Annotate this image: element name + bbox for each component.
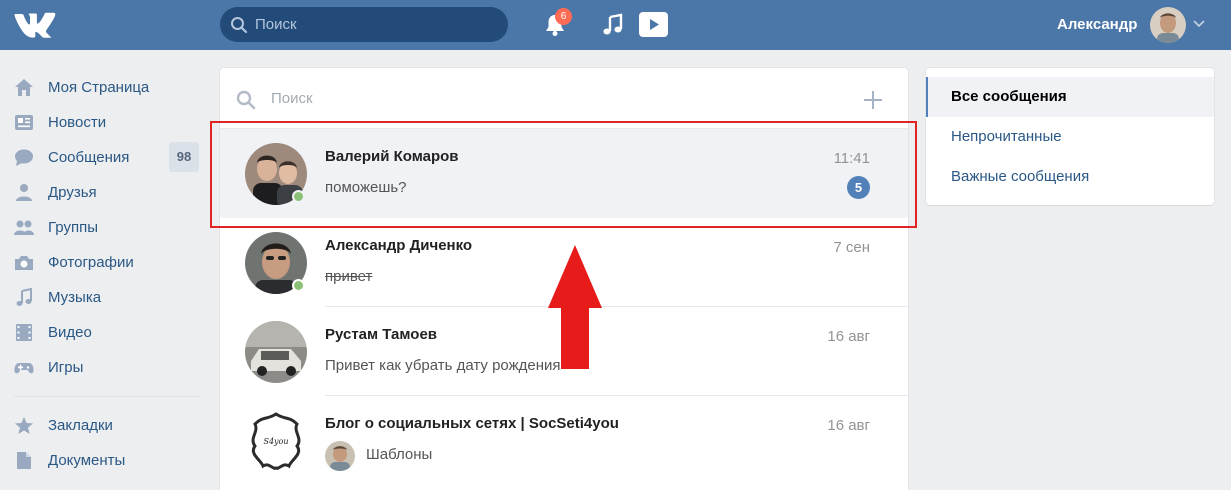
friends-icon — [16, 184, 32, 201]
header-user-name[interactable]: Александр — [1057, 16, 1137, 33]
dialog-last-message: Привет как убрать дату рождения — [325, 357, 561, 374]
nav-item-label: Друзья — [48, 184, 97, 201]
groups-icon — [14, 220, 34, 235]
vk-logo-icon[interactable] — [14, 10, 58, 38]
star-icon — [15, 417, 33, 434]
online-indicator — [292, 279, 305, 292]
camera-icon — [15, 256, 33, 270]
header-avatar[interactable] — [1150, 7, 1186, 43]
filter-label: Непрочитанные — [951, 128, 1062, 145]
nav-item-my-page[interactable]: Моя Страница — [0, 70, 205, 105]
search-icon — [231, 17, 248, 34]
dialog-time: 7 сен — [833, 239, 870, 256]
dialog-time: 16 авг — [827, 328, 870, 345]
search-icon — [236, 90, 256, 110]
header-search-placeholder: Поиск — [255, 16, 297, 33]
nav-item-photos[interactable]: Фотографии — [0, 245, 205, 280]
nav-item-label: Музыка — [48, 289, 102, 306]
nav-item-label: Документы — [48, 452, 126, 469]
dialog-name: Блог о социальных сетях | SocSeti4you — [325, 415, 619, 432]
nav-item-label: Закладки — [48, 417, 113, 434]
new-message-plus-icon[interactable] — [863, 90, 883, 110]
dialog-name: Александр Диченко — [325, 237, 473, 254]
nav-item-video[interactable]: Видео — [0, 315, 205, 350]
sender-mini-avatar — [325, 441, 355, 471]
nav-item-friends[interactable]: Друзья — [0, 175, 205, 210]
dialog-name: Рустам Тамоев — [325, 326, 438, 343]
video-icon — [16, 324, 32, 341]
filter-label: Все сообщения — [951, 88, 1067, 105]
left-navigation: Моя Страница Новости Сообщения 98 Друзья… — [0, 70, 205, 478]
music-icon — [16, 288, 32, 306]
music-note-icon[interactable] — [601, 13, 625, 37]
nav-item-label: Фотографии — [48, 254, 134, 271]
nav-item-bookmarks[interactable]: Закладки — [0, 408, 205, 443]
avatar — [245, 321, 307, 383]
messages-filter-panel: Все сообщения Непрочитанные Важные сообщ… — [926, 68, 1214, 205]
nav-item-label: Игры — [48, 359, 84, 376]
top-header: Поиск 6 Александр — [0, 0, 1231, 50]
nav-item-music[interactable]: Музыка — [0, 280, 205, 315]
nav-item-label: Видео — [48, 324, 92, 341]
filter-all-messages[interactable]: Все сообщения — [926, 77, 1214, 117]
nav-divider — [14, 396, 200, 397]
notifications-badge: 6 — [555, 8, 572, 25]
filter-label: Важные сообщения — [951, 168, 1090, 185]
gamepad-icon — [14, 363, 34, 374]
header-search[interactable]: Поиск — [220, 7, 508, 42]
nav-item-messages[interactable]: Сообщения 98 — [0, 140, 205, 175]
document-icon — [17, 452, 31, 469]
nav-item-news[interactable]: Новости — [0, 105, 205, 140]
messages-icon — [15, 149, 33, 166]
highlight-frame — [210, 121, 917, 228]
nav-item-documents[interactable]: Документы — [0, 443, 205, 478]
messages-count-badge: 98 — [169, 142, 199, 172]
red-arrow-up-icon — [548, 245, 602, 369]
news-icon — [15, 115, 33, 130]
nav-item-label: Сообщения — [48, 149, 130, 166]
nav-item-label: Новости — [48, 114, 107, 131]
messages-search-bar[interactable]: Поиск — [220, 68, 908, 129]
dialog-item[interactable]: S4you Блог о социальных сетях | SocSeti4… — [220, 396, 908, 485]
svg-text:S4you: S4you — [263, 437, 288, 446]
home-icon — [15, 79, 33, 96]
filter-important[interactable]: Важные сообщения — [926, 157, 1214, 197]
nav-item-label: Моя Страница — [48, 79, 150, 96]
filter-unread[interactable]: Непрочитанные — [926, 117, 1214, 157]
nav-item-label: Группы — [48, 219, 98, 236]
play-video-icon[interactable] — [638, 11, 669, 38]
messages-search-placeholder: Поиск — [271, 90, 313, 107]
dialog-time: 16 авг — [827, 417, 870, 434]
chevron-down-icon[interactable] — [1193, 20, 1205, 28]
avatar: S4you — [245, 410, 307, 472]
nav-item-games[interactable]: Игры — [0, 350, 205, 385]
nav-item-groups[interactable]: Группы — [0, 210, 205, 245]
dialog-last-message: Шаблоны — [366, 446, 433, 463]
dialog-last-message: привет — [325, 268, 373, 285]
